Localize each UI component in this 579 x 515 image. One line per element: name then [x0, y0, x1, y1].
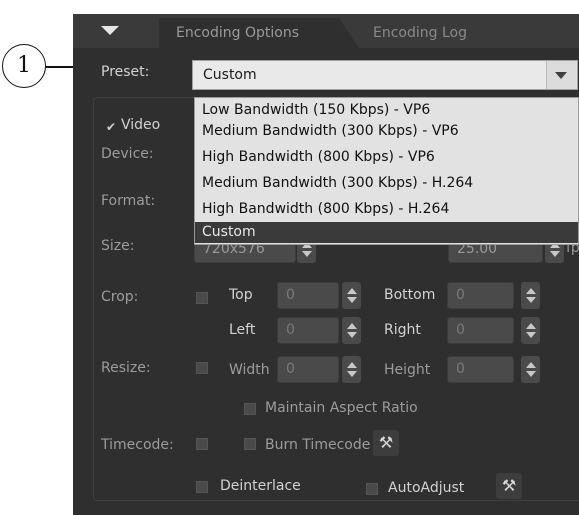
preset-option[interactable]: Medium Bandwidth (300 Kbps) - H.264: [195, 173, 578, 194]
preset-dropdown-list: Low Bandwidth (150 Kbps) - VP6 Medium Ba…: [194, 97, 579, 245]
preset-value: Custom: [203, 67, 257, 83]
preset-option-selected[interactable]: Custom: [195, 222, 578, 243]
resize-label: Resize:: [101, 360, 151, 376]
preset-option[interactable]: High Bandwidth (800 Kbps) - VP6: [195, 147, 578, 168]
preset-option[interactable]: High Bandwidth (800 Kbps) - H.264: [195, 199, 578, 220]
autoadjust-checkbox[interactable]: [366, 483, 378, 495]
resize-width-label: Width: [229, 362, 270, 378]
crop-right-input[interactable]: 0: [447, 317, 514, 344]
triangle-down-icon[interactable]: [101, 26, 119, 35]
deinterlace-checkbox[interactable]: [196, 481, 208, 493]
crop-right-label: Right: [384, 322, 421, 338]
tab-encoding-log[interactable]: Encoding Log: [355, 18, 555, 48]
deinterlace-label: Deinterlace: [220, 478, 301, 494]
crop-checkbox[interactable]: [196, 292, 208, 304]
resize-height-input[interactable]: 0: [447, 356, 514, 383]
device-label: Device:: [101, 146, 154, 162]
video-label: Video: [121, 117, 161, 133]
preset-option[interactable]: Medium Bandwidth (300 Kbps) - VP6: [195, 121, 578, 142]
resize-width-input[interactable]: 0: [277, 356, 339, 383]
crop-left-label: Left: [229, 322, 256, 338]
callout-number-1: 1: [2, 44, 46, 88]
chevron-down-icon[interactable]: [546, 61, 577, 89]
crop-bottom-label: Bottom: [384, 287, 436, 303]
preset-option[interactable]: Low Bandwidth (150 Kbps) - VP6: [195, 100, 578, 121]
crop-left-input[interactable]: 0: [277, 317, 339, 344]
maintain-aspect-checkbox[interactable]: [244, 403, 256, 415]
format-label: Format:: [101, 193, 156, 209]
burn-timecode-checkbox[interactable]: [244, 438, 256, 450]
timecode-label: Timecode:: [101, 437, 174, 453]
crop-bottom-stepper[interactable]: [521, 282, 540, 309]
resize-width-stepper[interactable]: [342, 356, 361, 383]
crop-top-input[interactable]: 0: [277, 282, 339, 309]
crop-label: Crop:: [101, 289, 139, 305]
preset-select[interactable]: Custom: [192, 60, 578, 90]
crop-left-stepper[interactable]: [342, 317, 361, 344]
crop-bottom-input[interactable]: 0: [447, 282, 514, 309]
timecode-checkbox[interactable]: [196, 438, 208, 450]
resize-height-label: Height: [384, 362, 431, 378]
tab-encoding-options[interactable]: Encoding Options: [159, 18, 359, 48]
size-label: Size:: [101, 238, 135, 254]
preset-label: Preset:: [101, 64, 150, 80]
wrench-icon[interactable]: ⚒: [496, 473, 522, 499]
crop-top-stepper[interactable]: [342, 282, 361, 309]
crop-right-stepper[interactable]: [521, 317, 540, 344]
crop-top-label: Top: [229, 287, 253, 303]
resize-checkbox[interactable]: [196, 362, 208, 374]
resize-height-stepper[interactable]: [521, 356, 540, 383]
wrench-icon[interactable]: ⚒: [373, 430, 399, 456]
video-checkbox[interactable]: ✔: [105, 121, 117, 133]
autoadjust-label: AutoAdjust: [388, 480, 465, 496]
maintain-aspect-label: Maintain Aspect Ratio: [265, 400, 418, 416]
burn-timecode-label: Burn Timecode: [265, 437, 371, 453]
